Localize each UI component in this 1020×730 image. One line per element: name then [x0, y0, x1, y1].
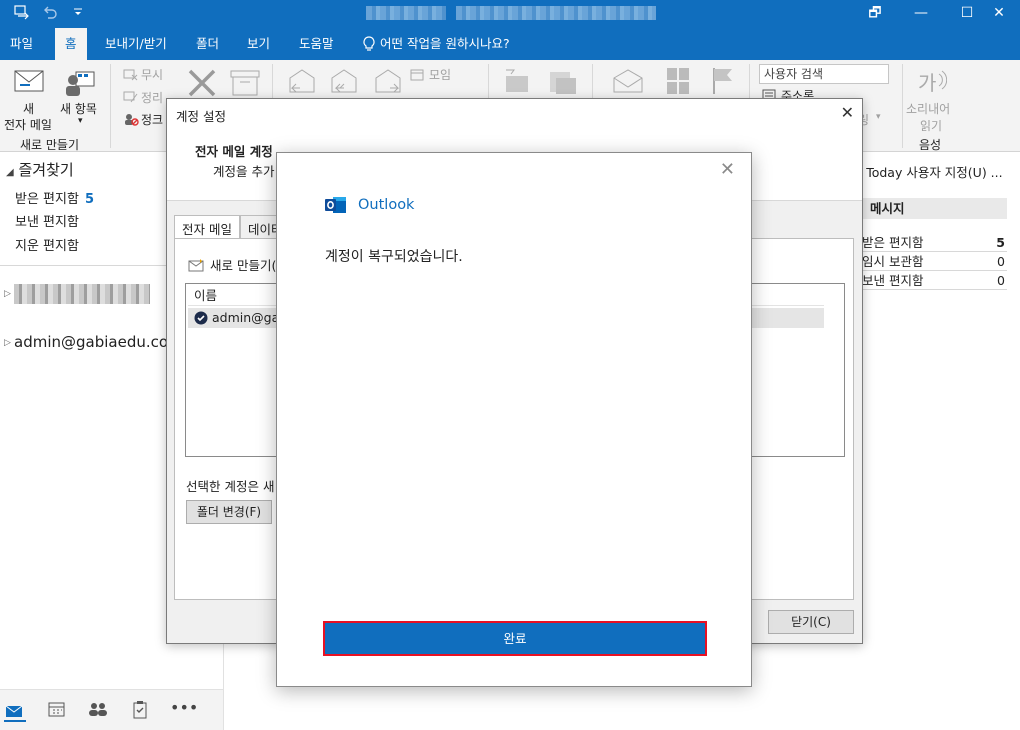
title-bar: 🗗 — ☐ ✕	[0, 0, 1020, 28]
reply-icon[interactable]	[286, 68, 318, 96]
junk-button[interactable]: 정크	[141, 111, 163, 128]
done-button[interactable]: 완료	[323, 621, 707, 656]
new-email-icon[interactable]	[14, 70, 44, 92]
close-icon[interactable]: ✕	[720, 159, 735, 180]
read-aloud-label-1[interactable]: 소리내어	[906, 100, 950, 117]
new-account-button[interactable]: 새로 만들기(	[188, 255, 276, 274]
today-row-drafts[interactable]: 임시 보관함 0	[862, 253, 1007, 271]
ribbon-separator	[110, 64, 111, 148]
change-folder-button[interactable]: 폴더 변경(F)	[186, 500, 272, 524]
inbox-label: 받은 편지함	[15, 192, 79, 207]
new-items-dropdown-icon[interactable]: ▾	[78, 116, 83, 126]
send-receive-icon[interactable]	[12, 4, 32, 24]
outlook-dialog: ✕ Outlook 계정이 복구되었습니다. 완료	[276, 152, 752, 687]
tab-send-receive[interactable]: 보내기/받기	[95, 28, 177, 60]
cleanup-icon[interactable]	[123, 90, 139, 104]
favorite-deleted[interactable]: 지운 편지함	[15, 235, 79, 254]
row-value: 0	[997, 273, 1005, 288]
junk-icon[interactable]	[123, 112, 139, 126]
dialog-subheading: 계정을 추가	[213, 164, 275, 179]
read-aloud-label-2[interactable]: 읽기	[920, 117, 942, 134]
default-check-icon	[194, 311, 208, 325]
tell-me-box[interactable]: 어떤 작업을 원하시나요?	[380, 28, 520, 60]
close-dialog-button[interactable]: 닫기(C)	[768, 610, 854, 634]
redacted-account[interactable]	[14, 284, 150, 304]
read-aloud-icon[interactable]: 가	[917, 68, 947, 96]
new-email-label-2[interactable]: 전자 메일	[4, 116, 52, 133]
customize-icon[interactable]	[68, 4, 88, 24]
ignore-button[interactable]: 무시	[141, 66, 163, 83]
move-icon[interactable]	[500, 66, 532, 96]
tasks-icon[interactable]	[129, 700, 151, 720]
module-switcher: •••	[0, 689, 224, 730]
people-icon[interactable]	[87, 700, 109, 720]
ribbon-separator	[902, 64, 903, 148]
meeting-icon[interactable]	[410, 68, 426, 82]
unread-read-icon[interactable]	[612, 68, 644, 96]
expand-triangle-icon[interactable]: ▷	[4, 338, 11, 348]
new-group-label: 새로 만들기	[20, 138, 80, 152]
favorite-sent[interactable]: 보낸 편지함	[15, 211, 79, 230]
dialog-heading: 전자 메일 계정	[195, 144, 273, 159]
filter-dropdown-icon[interactable]: ▾	[876, 112, 881, 122]
tab-email-accounts[interactable]: 전자 메일	[174, 215, 240, 239]
new-email-label-1[interactable]: 새	[23, 100, 34, 117]
search-people-input[interactable]: 사용자 검색	[759, 64, 889, 84]
favorite-inbox[interactable]: 받은 편지함 5	[15, 188, 94, 207]
customize-outlook-today-link[interactable]: k Today 사용자 지정(U) ...	[855, 162, 1003, 181]
close-button[interactable]: ✕	[976, 0, 1020, 28]
tab-home[interactable]: 홈	[55, 28, 87, 60]
new-items-label[interactable]: 새 항목	[60, 100, 97, 117]
tab-help[interactable]: 도움말	[289, 28, 344, 60]
account-restored-message: 계정이 복구되었습니다.	[325, 249, 463, 265]
speech-group-label: 음성	[919, 138, 942, 152]
tab-file[interactable]: 파일	[0, 28, 43, 60]
lightbulb-icon	[363, 36, 375, 51]
favorites-label: 즐겨찾기	[18, 161, 74, 179]
undo-icon[interactable]	[40, 4, 60, 24]
meeting-button[interactable]: 모임	[429, 66, 451, 83]
account-node[interactable]: admin@gabiaedu.com	[14, 333, 183, 351]
minimize-button[interactable]: —	[898, 0, 944, 28]
tab-view[interactable]: 보기	[237, 28, 280, 60]
today-row-sent[interactable]: 보낸 편지함 0	[862, 272, 1007, 290]
ribbon-tabs: 파일 홈 보내기/받기 폴더 보기 도움말 어떤 작업을 원하시나요?	[0, 28, 1020, 60]
tab-folder[interactable]: 폴더	[186, 28, 229, 60]
forward-icon[interactable]	[372, 68, 404, 96]
rules-icon[interactable]	[546, 68, 578, 96]
new-mail-icon	[188, 259, 204, 272]
unread-count: 5	[84, 192, 94, 207]
ignore-icon[interactable]	[123, 68, 139, 82]
redacted-title	[366, 6, 446, 20]
row-label: 받은 편지함	[862, 235, 924, 250]
mail-icon[interactable]	[4, 702, 26, 722]
calendar-icon[interactable]	[46, 700, 68, 720]
reply-all-icon[interactable]	[328, 68, 360, 96]
expand-triangle-icon[interactable]: ▷	[4, 289, 11, 299]
collapse-triangle-icon[interactable]: ◢	[6, 167, 14, 178]
follow-up-flag-icon[interactable]	[710, 66, 736, 96]
archive-icon[interactable]	[230, 70, 260, 96]
dialog-close-icon[interactable]: ✕	[841, 103, 854, 122]
cleanup-button[interactable]: 정리	[141, 89, 163, 106]
outlook-logo-icon	[325, 197, 346, 213]
selected-account-note: 선택한 계정은 새	[186, 479, 275, 494]
favorites-header[interactable]: ◢ 즐겨찾기	[6, 159, 74, 180]
delete-icon[interactable]	[186, 68, 218, 98]
messages-header: 메시지	[862, 198, 1007, 219]
restore-ribbon-icon[interactable]: 🗗	[852, 0, 898, 28]
new-items-icon[interactable]	[64, 68, 96, 98]
svg-text:가: 가	[918, 71, 936, 95]
dialog-title: 계정 설정	[176, 109, 226, 124]
row-label: 임시 보관함	[862, 254, 924, 269]
outlook-brand-text: Outlook	[358, 197, 415, 213]
row-value: 0	[997, 254, 1005, 269]
redacted-title	[456, 6, 656, 20]
today-row-inbox[interactable]: 받은 편지함 5	[862, 234, 1007, 252]
row-label: 보낸 편지함	[862, 273, 924, 288]
row-value: 5	[996, 235, 1005, 250]
more-icon[interactable]: •••	[170, 698, 198, 718]
new-account-label: 새로 만들기(	[209, 258, 277, 273]
categorize-icon[interactable]	[665, 66, 693, 96]
